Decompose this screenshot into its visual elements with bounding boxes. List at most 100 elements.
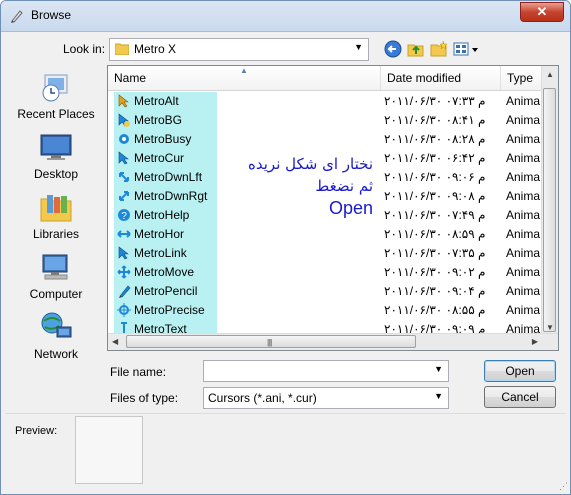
file-name[interactable]: MetroLink bbox=[134, 246, 187, 260]
place-label: Network bbox=[33, 347, 78, 361]
file-name[interactable]: MetroDwnLft bbox=[134, 170, 202, 184]
file-name[interactable]: MetroPencil bbox=[134, 284, 197, 298]
cursor-file-icon bbox=[117, 246, 131, 260]
column-date-modified[interactable]: Date modified bbox=[381, 66, 501, 90]
file-row[interactable]: MetroPrecise ۲۰۱۱/۰۶/۳۰ م ۰۸:۵۵ Anima bbox=[108, 301, 542, 320]
instruction-annotation: نختار ای شكل نريده ثم نضغط Open bbox=[233, 153, 373, 219]
cursor-file-icon bbox=[117, 132, 131, 146]
place-libraries[interactable]: Libraries bbox=[11, 185, 101, 243]
file-date: ۲۰۱۱/۰۶/۳۰ م ۰۸:۵۵ bbox=[384, 303, 486, 317]
vertical-scrollbar[interactable]: ▲ ▼ bbox=[541, 66, 558, 334]
file-type: Anima bbox=[506, 132, 541, 146]
file-date: ۲۰۱۱/۰۶/۳۰ م ۰۸:۲۸ bbox=[384, 132, 486, 146]
file-type: Anima bbox=[506, 227, 541, 241]
up-folder-icon[interactable] bbox=[406, 39, 426, 59]
file-type: Anima bbox=[506, 284, 541, 298]
scroll-up-icon[interactable]: ▲ bbox=[546, 70, 554, 79]
dialog-icon bbox=[11, 10, 23, 23]
file-row[interactable]: MetroHor ۲۰۱۱/۰۶/۳۰ م ۰۸:۵۹ Anima bbox=[108, 225, 542, 244]
file-row[interactable]: MetroPencil ۲۰۱۱/۰۶/۳۰ م ۰۹:۰۴ Anima bbox=[108, 282, 542, 301]
place-network[interactable]: Network bbox=[11, 305, 101, 363]
cursor-file-icon bbox=[117, 189, 131, 203]
file-name-label: File name: bbox=[110, 365, 167, 379]
place-label: Recent Places bbox=[17, 107, 95, 121]
file-name[interactable]: MetroBG bbox=[134, 113, 182, 127]
file-type-label: Files of type: bbox=[110, 391, 179, 405]
place-recent-places[interactable]: Recent Places bbox=[11, 65, 101, 123]
horizontal-scrollbar[interactable]: ◀ |||| ▶ bbox=[108, 333, 558, 350]
chevron-down-icon[interactable]: ▼ bbox=[434, 364, 443, 374]
file-type: Anima bbox=[506, 94, 541, 108]
file-name[interactable]: MetroDwnRgt bbox=[134, 189, 207, 203]
column-header: Name ▲ Date modified Type bbox=[108, 66, 542, 91]
scroll-left-icon[interactable]: ◀ bbox=[112, 337, 118, 346]
file-name-input[interactable]: ▼ bbox=[203, 360, 449, 382]
file-date: ۲۰۱۱/۰۶/۳۰ م ۰۸:۴۱ bbox=[384, 113, 486, 127]
file-name[interactable]: MetroPrecise bbox=[134, 303, 205, 317]
scroll-down-icon[interactable]: ▼ bbox=[546, 323, 554, 332]
file-row[interactable]: MetroAlt ۲۰۱۱/۰۶/۳۰ م ۰۷:۳۳ Anima bbox=[108, 92, 542, 111]
open-button[interactable]: Open bbox=[484, 360, 556, 382]
file-date: ۲۰۱۱/۰۶/۳۰ م ۰۶:۴۲ bbox=[384, 151, 486, 165]
file-date: ۲۰۱۱/۰۶/۳۰ م ۰۹:۰۸ bbox=[384, 189, 486, 203]
file-date: ۲۰۱۱/۰۶/۳۰ م ۰۷:۳۵ bbox=[384, 246, 486, 260]
cursor-file-icon bbox=[117, 170, 131, 184]
recent-places-icon bbox=[42, 74, 68, 102]
file-date: ۲۰۱۱/۰۶/۳۰ م ۰۹:۰۲ bbox=[384, 265, 486, 279]
place-label: Libraries bbox=[32, 227, 80, 241]
file-name[interactable]: MetroAlt bbox=[134, 94, 179, 108]
file-name[interactable]: MetroBusy bbox=[134, 132, 191, 146]
annotation-line-1: نختار ای شكل نريده bbox=[248, 155, 373, 173]
cursor-file-icon bbox=[117, 227, 131, 241]
preview-label: Preview: bbox=[15, 425, 58, 437]
cursor-file-icon bbox=[117, 151, 131, 165]
computer-icon bbox=[42, 254, 68, 280]
file-date: ۲۰۱۱/۰۶/۳۰ م ۰۷:۳۳ bbox=[384, 94, 486, 108]
file-name[interactable]: MetroMove bbox=[134, 265, 194, 279]
file-name[interactable]: MetroHor bbox=[134, 227, 184, 241]
place-label: Computer bbox=[29, 287, 83, 301]
close-icon: ✕ bbox=[536, 4, 548, 19]
file-row[interactable]: MetroBG ۲۰۱۱/۰۶/۳۰ م ۰۸:۴۱ Anima bbox=[108, 111, 542, 130]
file-type: Anima bbox=[506, 208, 541, 222]
file-name[interactable]: MetroCur bbox=[134, 151, 184, 165]
cursor-file-icon bbox=[117, 284, 131, 298]
place-desktop[interactable]: Desktop bbox=[11, 125, 101, 183]
file-date: ۲۰۱۱/۰۶/۳۰ م ۰۹:۰۴ bbox=[384, 284, 486, 298]
chevron-down-icon: ▼ bbox=[354, 42, 363, 52]
libraries-icon bbox=[40, 195, 72, 222]
file-row[interactable]: MetroBusy ۲۰۱۱/۰۶/۳۰ م ۰۸:۲۸ Anima bbox=[108, 130, 542, 149]
title-bar[interactable]: Browse ✕ bbox=[1, 1, 570, 32]
chevron-down-icon: ▼ bbox=[434, 391, 443, 401]
file-name[interactable]: MetroHelp bbox=[134, 208, 189, 222]
look-in-combo[interactable]: Metro X ▼ bbox=[109, 38, 369, 61]
back-icon[interactable] bbox=[383, 39, 403, 59]
grip-icon: |||| bbox=[267, 338, 272, 347]
look-in-value: Metro X bbox=[134, 42, 177, 56]
preview-box bbox=[75, 416, 143, 484]
cursor-file-icon: ? bbox=[117, 208, 131, 222]
cursor-file-icon bbox=[117, 113, 131, 127]
scroll-right-icon[interactable]: ▶ bbox=[532, 337, 538, 346]
sort-up-icon: ▲ bbox=[240, 66, 248, 75]
file-type: Anima bbox=[506, 189, 541, 203]
place-label: Desktop bbox=[33, 167, 79, 181]
file-type: Anima bbox=[506, 113, 541, 127]
place-computer[interactable]: Computer bbox=[11, 245, 101, 303]
look-in-label: Look in: bbox=[63, 42, 106, 56]
file-row[interactable]: MetroMove ۲۰۱۱/۰۶/۳۰ م ۰۹:۰۲ Anima bbox=[108, 263, 542, 282]
cancel-button[interactable]: Cancel bbox=[484, 386, 556, 408]
file-row[interactable]: MetroLink ۲۰۱۱/۰۶/۳۰ م ۰۷:۳۵ Anima bbox=[108, 244, 542, 263]
close-button[interactable]: ✕ bbox=[520, 2, 564, 22]
new-folder-icon[interactable] bbox=[429, 39, 449, 59]
cursor-file-icon bbox=[117, 303, 131, 317]
file-date: ۲۰۱۱/۰۶/۳۰ م ۰۹:۰۶ bbox=[384, 170, 486, 184]
browse-dialog: Browse ✕ Look in: Metro X ▼ Recent Place… bbox=[0, 0, 571, 495]
resize-grip-icon[interactable]: ⋰ bbox=[559, 481, 568, 492]
window-title: Browse bbox=[31, 8, 72, 22]
file-type-select[interactable]: Cursors (*.ani, *.cur) ▼ bbox=[203, 387, 449, 409]
views-menu-icon[interactable] bbox=[452, 39, 480, 59]
horizontal-scroll-thumb[interactable]: |||| bbox=[126, 335, 416, 348]
vertical-scroll-thumb[interactable] bbox=[543, 88, 556, 332]
cursor-file-icon bbox=[117, 265, 131, 279]
